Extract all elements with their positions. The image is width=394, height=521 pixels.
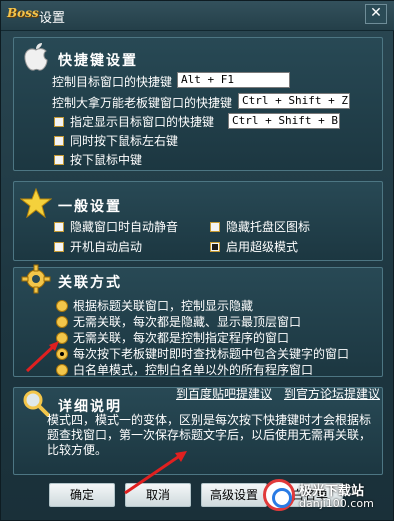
mouse-lr-option[interactable]: 同时按下鼠标左右键 <box>54 132 178 149</box>
super-mode-checkbox[interactable] <box>210 242 220 252</box>
mouse-lr-label: 同时按下鼠标左右键 <box>70 134 179 148</box>
association-radio-2[interactable] <box>56 316 68 328</box>
ok-button[interactable]: 确定 <box>49 483 115 507</box>
star-icon <box>20 188 52 218</box>
watermark-logo <box>263 479 295 511</box>
baidu-tieba-link[interactable]: 到百度贴吧提建议 <box>176 385 272 402</box>
red-arrow-description <box>124 451 187 495</box>
gear-icon <box>21 264 51 294</box>
show-window-label: 指定显示目标窗口的快捷键 <box>70 115 215 129</box>
association-label-1: 根据标题关联窗口，控制显示隐藏 <box>73 299 254 313</box>
association-section-title: 关联方式 <box>58 275 122 291</box>
control-boss-label: 控制大拿万能老板键窗口的快捷键 <box>52 96 233 110</box>
association-label-4: 每次按下老板键时即时查找标题中包含关键字的窗口 <box>73 347 350 361</box>
hotkey-section-title: 快捷键设置 <box>58 53 138 69</box>
association-option-3[interactable]: 无需关联，每次都是控制指定程序的窗口 <box>56 329 289 346</box>
watermark-line2: danji100.com <box>299 497 374 510</box>
association-option-2[interactable]: 无需关联，每次都是隐藏、显示最顶层窗口 <box>56 313 301 330</box>
association-option-1[interactable]: 根据标题关联窗口，控制显示隐藏 <box>56 297 253 314</box>
association-option-4[interactable]: 每次按下老板键时即时查找标题中包含关键字的窗口 <box>56 345 349 362</box>
control-boss-hotkey-input[interactable]: Ctrl + Shift + Z <box>238 93 350 109</box>
show-window-checkbox[interactable] <box>54 117 64 127</box>
autostart-option[interactable]: 开机自动启动 <box>54 238 142 255</box>
mute-option[interactable]: 隐藏窗口时自动静音 <box>54 218 178 235</box>
app-logo: Boss <box>7 6 39 20</box>
mouse-lr-checkbox[interactable] <box>54 136 64 146</box>
tray-label: 隐藏托盘区图标 <box>226 220 311 234</box>
apple-icon <box>24 43 48 71</box>
general-section: 一般设置 隐藏窗口时自动静音 隐藏托盘区图标 开机自动启动 启用超级模式 <box>13 181 383 261</box>
red-arrow-radio <box>25 341 59 373</box>
super-mode-option[interactable]: 启用超级模式 <box>210 238 298 255</box>
autostart-checkbox[interactable] <box>54 242 64 252</box>
tray-checkbox[interactable] <box>210 222 220 232</box>
hotkey-section: 快捷键设置 控制目标窗口的快捷键 Alt + F1 控制大拿万能老板键窗口的快捷… <box>13 37 383 171</box>
mute-checkbox[interactable] <box>54 222 64 232</box>
super-mode-label: 启用超级模式 <box>226 240 299 254</box>
close-button[interactable]: ✕ <box>365 4 387 24</box>
association-option-5[interactable]: 白名单模式，控制白名单以外的所有程序窗口 <box>56 361 313 378</box>
window-title: 设置 <box>39 11 66 26</box>
settings-window: Boss 设置 ✕ 快捷键设置 控制目标窗口的快捷键 Alt + F1 控制大拿… <box>0 0 394 521</box>
title-bar: Boss 设置 ✕ <box>1 1 394 31</box>
association-radio-1[interactable] <box>56 300 68 312</box>
show-window-option[interactable]: 指定显示目标窗口的快捷键 <box>54 113 214 130</box>
mute-label: 隐藏窗口时自动静音 <box>70 220 179 234</box>
control-window-hotkey-input[interactable]: Alt + F1 <box>177 72 290 88</box>
watermark: 极光下载站 danji100.com <box>261 478 391 514</box>
advanced-settings-button[interactable]: 高级设置 <box>201 483 267 507</box>
association-label-5: 白名单模式，控制白名单以外的所有程序窗口 <box>73 363 314 377</box>
association-label-2: 无需关联，每次都是隐藏、显示最顶层窗口 <box>73 315 302 329</box>
autostart-label: 开机自动启动 <box>70 240 143 254</box>
association-section: 关联方式 根据标题关联窗口，控制显示隐藏 无需关联，每次都是隐藏、显示最顶层窗口… <box>13 264 383 378</box>
mouse-middle-checkbox[interactable] <box>54 155 64 165</box>
control-window-label: 控制目标窗口的快捷键 <box>52 75 173 89</box>
mouse-middle-option[interactable]: 按下鼠标中键 <box>54 151 142 168</box>
mouse-middle-label: 按下鼠标中键 <box>70 153 143 167</box>
official-forum-link[interactable]: 到官方论坛提建议 <box>284 385 380 402</box>
show-window-hotkey-input[interactable]: Ctrl + Shift + B <box>228 113 340 129</box>
association-label-3: 无需关联，每次都是控制指定程序的窗口 <box>73 331 290 345</box>
general-section-title: 一般设置 <box>58 199 122 215</box>
tray-option[interactable]: 隐藏托盘区图标 <box>210 218 310 235</box>
